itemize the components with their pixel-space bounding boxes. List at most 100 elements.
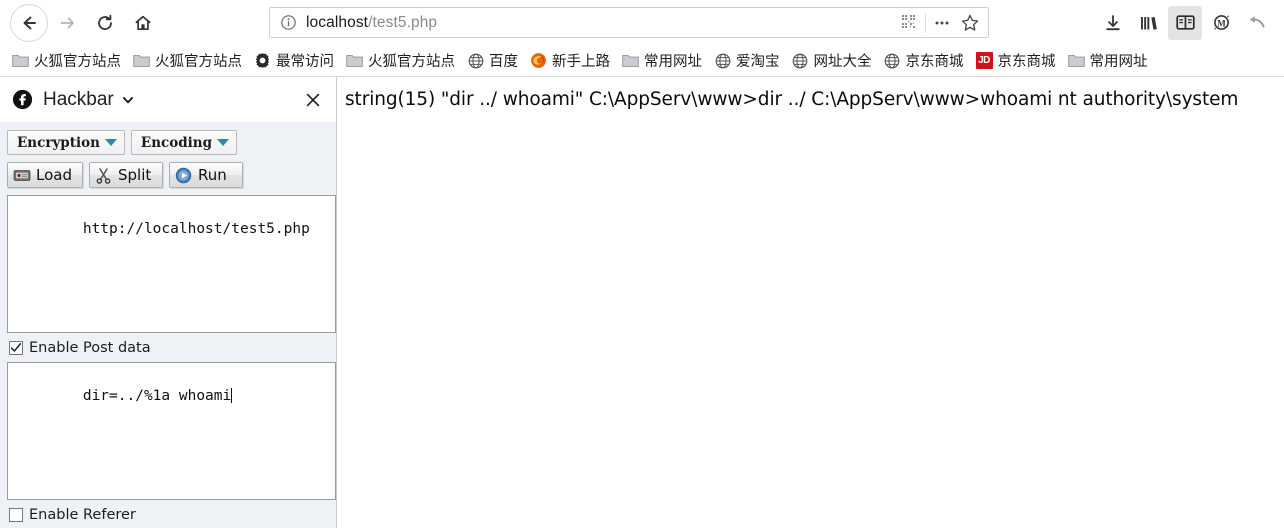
bookmark-item[interactable]: 爱淘宝 <box>708 48 786 73</box>
enable-post-data-label: Enable Post data <box>29 340 151 356</box>
bookmark-label: 最常访问 <box>276 54 334 70</box>
load-disk-icon <box>13 166 31 184</box>
bookmark-label: 常用网址 <box>1089 54 1148 70</box>
dropdown-row: Encryption Encoding <box>4 130 332 155</box>
text-caret <box>231 387 233 403</box>
globe-icon <box>714 52 731 69</box>
chevron-down-icon[interactable] <box>121 93 135 107</box>
caret-down-icon <box>104 139 117 146</box>
load-button[interactable]: Load <box>7 162 83 188</box>
maxthon-button[interactable]: M <box>1204 6 1238 40</box>
main-region: Hackbar Encryption Encoding Load Split R… <box>0 77 1284 528</box>
page-content: string(15) "dir ../ whoami" C:\AppServ\w… <box>337 77 1284 528</box>
bookmark-item[interactable]: 火狐官方站点 <box>340 48 461 73</box>
enable-referer-row[interactable]: Enable Referer <box>4 500 332 528</box>
url-textarea[interactable]: http://localhost/test5.php <box>7 195 336 333</box>
url-bar[interactable]: localhost/test5.php <box>269 7 989 38</box>
url-input[interactable]: localhost/test5.php <box>306 14 895 32</box>
enable-post-data-row[interactable]: Enable Post data <box>4 333 332 362</box>
browser-chrome: localhost/test5.php M 火狐官方站点 火狐官方站点 最常访问… <box>0 0 1284 77</box>
undo-close-button[interactable] <box>1240 6 1274 40</box>
bookmark-item[interactable]: 百度 <box>461 48 524 73</box>
bookmark-item[interactable]: 京东商城 <box>878 48 970 73</box>
split-button[interactable]: Split <box>88 162 163 188</box>
reload-button[interactable] <box>86 4 124 42</box>
encoding-label: Encoding <box>140 134 213 151</box>
run-play-icon <box>175 166 193 184</box>
bookmarks-bar: 火狐官方站点 火狐官方站点 最常访问 火狐官方站点 百度 新手上路 常用网址 爱… <box>0 45 1284 77</box>
folder-icon <box>12 52 29 69</box>
bookmark-label: 网址大全 <box>813 54 872 70</box>
action-button-row: Load Split Run <box>4 162 332 188</box>
bookmark-item[interactable]: JD 京东商城 <box>970 48 1062 73</box>
encryption-dropdown[interactable]: Encryption <box>7 130 125 155</box>
bookmark-label: 京东商城 <box>905 54 964 70</box>
url-textarea-value: http://localhost/test5.php <box>82 220 310 237</box>
downloads-button[interactable] <box>1096 6 1130 40</box>
toolbar-right-group: M <box>1096 5 1274 40</box>
ellipsis-icon[interactable] <box>928 9 956 36</box>
jd-label: JD <box>975 52 993 69</box>
reload-icon <box>95 13 115 33</box>
post-data-value: dir=../%1a whoami <box>82 387 232 404</box>
bookmark-label: 爱淘宝 <box>736 54 780 70</box>
gear-icon <box>254 52 271 69</box>
post-data-textarea[interactable]: dir=../%1a whoami <box>7 362 336 500</box>
undo-arrow-icon <box>1246 13 1268 33</box>
bookmark-item[interactable]: 火狐官方站点 <box>127 48 248 73</box>
urlbar-container: localhost/test5.php <box>162 7 1096 38</box>
home-button[interactable] <box>124 4 162 42</box>
hackbar-sidebar: Hackbar Encryption Encoding Load Split R… <box>0 77 337 528</box>
encryption-label: Encryption <box>17 134 100 151</box>
run-button[interactable]: Run <box>168 162 243 188</box>
bookmark-label: 火狐官方站点 <box>155 54 242 70</box>
library-button[interactable] <box>1132 6 1166 40</box>
back-button[interactable] <box>10 3 48 42</box>
arrow-left-icon <box>19 13 39 33</box>
circle-m-icon: M <box>1211 12 1232 33</box>
encoding-dropdown[interactable]: Encoding <box>130 130 238 155</box>
sidebar-body: Encryption Encoding Load Split Run http:… <box>0 122 336 528</box>
globe-icon <box>467 52 484 69</box>
info-circle-icon[interactable] <box>280 14 297 31</box>
bookmark-item[interactable]: 网址大全 <box>786 48 878 73</box>
caret-down-icon <box>217 139 230 146</box>
bookmark-item[interactable]: 常用网址 <box>616 48 708 73</box>
enable-referer-label: Enable Referer <box>29 507 136 523</box>
bookmark-label: 火狐官方站点 <box>34 54 121 70</box>
sidebar-toggle-button[interactable] <box>1168 5 1202 40</box>
hackbar-logo-icon <box>12 89 33 110</box>
enable-post-data-checkbox[interactable] <box>9 341 23 355</box>
bookmark-label: 常用网址 <box>644 54 702 70</box>
folder-icon <box>1067 52 1085 69</box>
enable-referer-checkbox[interactable] <box>9 508 23 522</box>
bookmark-label: 火狐官方站点 <box>368 54 455 70</box>
arrow-right-icon <box>57 13 77 33</box>
bookmark-item[interactable]: 新手上路 <box>524 48 616 73</box>
bookmark-label: 京东商城 <box>997 54 1056 70</box>
navigation-toolbar: localhost/test5.php M <box>0 0 1284 45</box>
url-path: /test5.php <box>368 13 438 31</box>
split-scissors-icon <box>95 166 113 184</box>
forward-button[interactable] <box>48 4 86 42</box>
bookmark-item[interactable]: 火狐官方站点 <box>6 48 127 73</box>
resize-grip-icon[interactable] <box>322 319 333 330</box>
sidebar-header: Hackbar <box>0 77 336 122</box>
globe-icon <box>884 52 901 69</box>
qr-code-icon[interactable] <box>895 9 923 36</box>
star-icon[interactable] <box>956 9 984 36</box>
bookmark-item[interactable]: 常用网址 <box>1062 48 1154 73</box>
url-host: localhost <box>306 13 369 31</box>
resize-grip-icon[interactable] <box>322 486 333 497</box>
download-icon <box>1103 13 1123 33</box>
sidebar-title: Hackbar <box>43 88 114 110</box>
folder-icon <box>622 52 639 69</box>
library-books-icon <box>1138 13 1160 33</box>
bookmark-label: 新手上路 <box>552 54 610 70</box>
load-label: Load <box>36 166 72 184</box>
sidebar-panel-icon <box>1175 13 1196 32</box>
bookmark-item[interactable]: 最常访问 <box>248 48 340 73</box>
bookmark-label: 百度 <box>489 54 518 70</box>
php-output-text: string(15) "dir ../ whoami" C:\AppServ\w… <box>345 89 1239 110</box>
close-icon[interactable] <box>300 87 326 113</box>
